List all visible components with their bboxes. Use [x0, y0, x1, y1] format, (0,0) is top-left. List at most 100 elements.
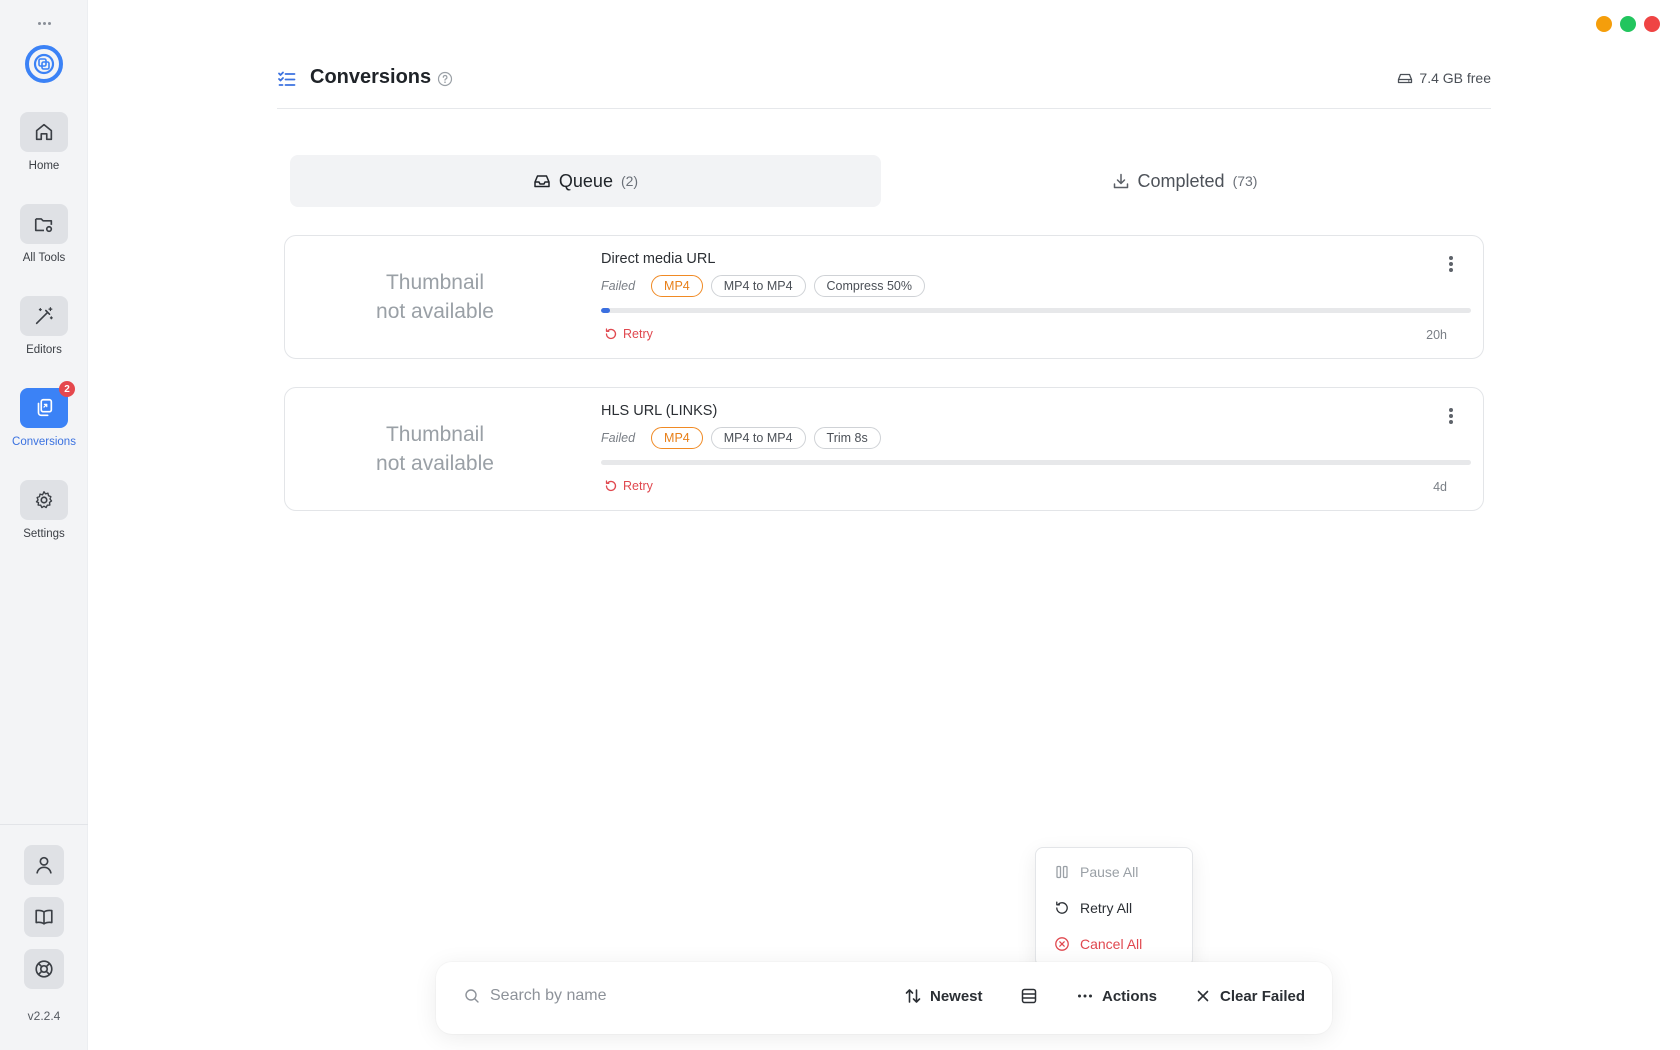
- thumbnail-text: Thumbnail: [385, 423, 485, 446]
- drag-handle-icon[interactable]: [38, 20, 52, 28]
- cancel-circle-icon: [1055, 937, 1069, 951]
- progress-bar: [601, 460, 1471, 465]
- sidebar-item-editors-button[interactable]: [20, 296, 68, 336]
- download-icon: [1113, 173, 1128, 189]
- view-toggle-button[interactable]: [1020, 987, 1038, 1005]
- gear-icon: [35, 491, 53, 509]
- menu-item-pause-all[interactable]: Pause All: [1054, 862, 1138, 882]
- sidebar-item-home-button[interactable]: [20, 112, 68, 152]
- sidebar-item-label: Conversions: [12, 436, 76, 448]
- menu-item-cancel-all[interactable]: Cancel All: [1054, 934, 1142, 954]
- tab-queue-count: (2): [620, 173, 639, 189]
- thumbnail-text: not available: [376, 452, 494, 475]
- menu-item-label: Pause All: [1080, 864, 1139, 880]
- sidebar-item-conversions-button[interactable]: 2: [20, 381, 75, 428]
- sidebar-item-all-tools[interactable]: All Tools: [0, 204, 88, 264]
- conversion-tags: Failed MP4 MP4 to MP4 Trim 8s: [601, 427, 881, 449]
- menu-item-label: Retry All: [1080, 900, 1133, 916]
- support-button[interactable]: [24, 949, 64, 989]
- app-version: v2.2.4: [27, 1009, 61, 1023]
- storage-indicator: 7.4 GB free: [1397, 70, 1491, 86]
- operation-chip: Trim 8s: [813, 427, 881, 449]
- documentation-button[interactable]: [24, 897, 64, 937]
- folder-gear-icon: [34, 218, 53, 233]
- sidebar-item-settings-button[interactable]: [20, 480, 68, 520]
- lifebuoy-icon: [35, 960, 53, 978]
- menu-item-retry-all[interactable]: Retry All: [1054, 898, 1132, 918]
- account-button[interactable]: [24, 845, 64, 885]
- tab-completed[interactable]: Completed (73): [889, 155, 1480, 207]
- sidebar-item-conversions[interactable]: 2 Conversions: [0, 381, 88, 448]
- page-header: Conversions 7.4 GB free: [277, 60, 1491, 109]
- storage-free-text: 7.4 GB free: [1419, 70, 1491, 86]
- notification-badge: 2: [59, 381, 75, 397]
- tab-queue-label: Queue: [558, 170, 613, 191]
- pause-icon: [1056, 865, 1068, 879]
- search-icon: [465, 989, 479, 1003]
- status-label: Failed: [601, 279, 636, 293]
- thumbnail-text: Thumbnail: [385, 271, 485, 294]
- app-logo-icon: [24, 44, 64, 84]
- status-label: Failed: [601, 431, 636, 445]
- sidebar-item-home[interactable]: Home: [0, 112, 88, 172]
- search-box: [464, 987, 864, 1005]
- retry-button[interactable]: Retry: [604, 327, 653, 341]
- progress-fill: [601, 308, 610, 313]
- tab-bar: Queue (2) Completed (73): [290, 155, 1480, 207]
- user-icon: [36, 856, 52, 874]
- actions-menu: Pause All Retry All Cancel All: [1035, 847, 1193, 967]
- sidebar-item-editors[interactable]: Editors: [0, 296, 88, 356]
- thumbnail-text: not available: [376, 300, 494, 323]
- more-options-icon[interactable]: [1447, 254, 1455, 274]
- operation-chip: Compress 50%: [813, 275, 925, 297]
- retry-label: Retry: [623, 327, 653, 341]
- sidebar-item-label: All Tools: [22, 252, 66, 264]
- conversion-card[interactable]: Thumbnail not available HLS URL (LINKS) F…: [284, 387, 1484, 511]
- operation-chip: MP4 to MP4: [710, 275, 806, 297]
- conversion-age: 20h: [1426, 328, 1447, 342]
- retry-icon: [605, 480, 617, 492]
- actions-button[interactable]: Actions: [1076, 987, 1157, 1005]
- inbox-icon: [534, 175, 550, 188]
- retry-icon: [1056, 901, 1068, 914]
- book-icon: [35, 909, 53, 925]
- format-chip: MP4: [651, 427, 703, 449]
- clear-failed-button[interactable]: Clear Failed: [1194, 987, 1305, 1005]
- ellipsis-icon: [1078, 994, 1092, 998]
- sidebar: Home All Tools Editors 2 Conversions Set…: [0, 0, 88, 1050]
- minimize-button[interactable]: [1596, 16, 1612, 32]
- retry-button[interactable]: Retry: [604, 479, 653, 493]
- search-input[interactable]: [490, 987, 850, 1005]
- close-icon: [1197, 990, 1209, 1002]
- page-title: Conversions: [310, 66, 432, 88]
- maximize-button[interactable]: [1620, 16, 1636, 32]
- operation-chip: MP4 to MP4: [710, 427, 806, 449]
- bottom-toolbar: Newest Actions Clear Failed: [436, 962, 1332, 1034]
- tab-queue[interactable]: Queue (2): [290, 155, 881, 207]
- home-icon: [35, 123, 53, 141]
- conversion-title: HLS URL (LINKS): [601, 403, 718, 419]
- sort-arrows-icon: [905, 989, 921, 1003]
- conversions-icon: [37, 398, 53, 417]
- conversion-card[interactable]: Thumbnail not available Direct media URL …: [284, 235, 1484, 359]
- sidebar-item-all-tools-button[interactable]: [20, 204, 68, 244]
- magic-wand-icon: [35, 307, 53, 325]
- sidebar-item-label: Home: [28, 160, 60, 172]
- sort-label: Newest: [930, 987, 983, 1005]
- sort-button[interactable]: Newest: [904, 987, 983, 1005]
- retry-icon: [605, 328, 617, 340]
- sidebar-item-label: Editors: [26, 344, 62, 356]
- checklist-icon: [278, 71, 296, 86]
- tab-completed-count: (73): [1232, 173, 1258, 189]
- help-icon[interactable]: [437, 71, 453, 87]
- sidebar-divider: [0, 824, 88, 825]
- actions-label: Actions: [1102, 987, 1158, 1005]
- hard-drive-icon: [1398, 73, 1413, 84]
- more-options-icon[interactable]: [1447, 406, 1455, 426]
- clear-failed-label: Clear Failed: [1220, 987, 1306, 1005]
- thumbnail-placeholder: Thumbnail not available: [285, 236, 585, 358]
- sidebar-item-label: Settings: [23, 528, 65, 540]
- retry-label: Retry: [623, 479, 653, 493]
- sidebar-item-settings[interactable]: Settings: [0, 480, 88, 540]
- close-button[interactable]: [1644, 16, 1660, 32]
